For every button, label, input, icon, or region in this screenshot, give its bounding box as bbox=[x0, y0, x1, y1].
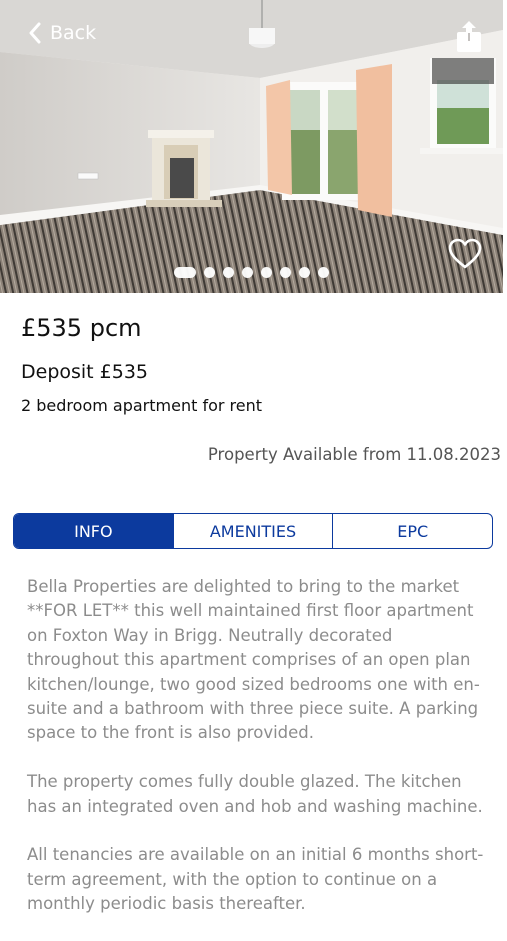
gallery-dot[interactable] bbox=[261, 267, 272, 278]
tab-amenities[interactable]: AMENITIES bbox=[172, 514, 333, 548]
gallery-dot[interactable] bbox=[204, 267, 215, 278]
gallery-dot[interactable] bbox=[318, 267, 329, 278]
share-icon[interactable] bbox=[455, 20, 483, 54]
back-button[interactable]: Back bbox=[28, 22, 96, 44]
gallery-dot[interactable] bbox=[242, 267, 253, 278]
description-paragraph: Bella Properties are delighted to bring … bbox=[27, 577, 480, 743]
detail-tabs: INFO AMENITIES EPC bbox=[13, 513, 493, 549]
heart-outline-icon[interactable] bbox=[448, 238, 482, 270]
deposit-amount: Deposit £535 bbox=[21, 361, 149, 383]
gallery-dot[interactable] bbox=[174, 267, 196, 278]
gallery-dot[interactable] bbox=[280, 267, 291, 278]
availability-date: Property Available from 11.08.2023 bbox=[207, 445, 501, 464]
description-paragraph: All tenancies are available on an initia… bbox=[27, 845, 484, 914]
property-summary: 2 bedroom apartment for rent bbox=[21, 396, 263, 415]
gallery-dot[interactable] bbox=[299, 267, 310, 278]
tab-info[interactable]: INFO bbox=[14, 514, 173, 548]
property-photo-gallery[interactable]: Back bbox=[0, 0, 503, 293]
description-paragraph: The property comes fully double glazed. … bbox=[27, 772, 483, 816]
tab-epc[interactable]: EPC bbox=[332, 514, 492, 548]
gallery-dot[interactable] bbox=[223, 267, 234, 278]
chevron-left-icon bbox=[29, 22, 41, 44]
back-label: Back bbox=[50, 22, 97, 44]
gallery-pagination[interactable] bbox=[174, 267, 329, 278]
rent-price: £535 pcm bbox=[21, 314, 142, 342]
property-description: Bella Properties are delighted to bring … bbox=[27, 575, 489, 941]
